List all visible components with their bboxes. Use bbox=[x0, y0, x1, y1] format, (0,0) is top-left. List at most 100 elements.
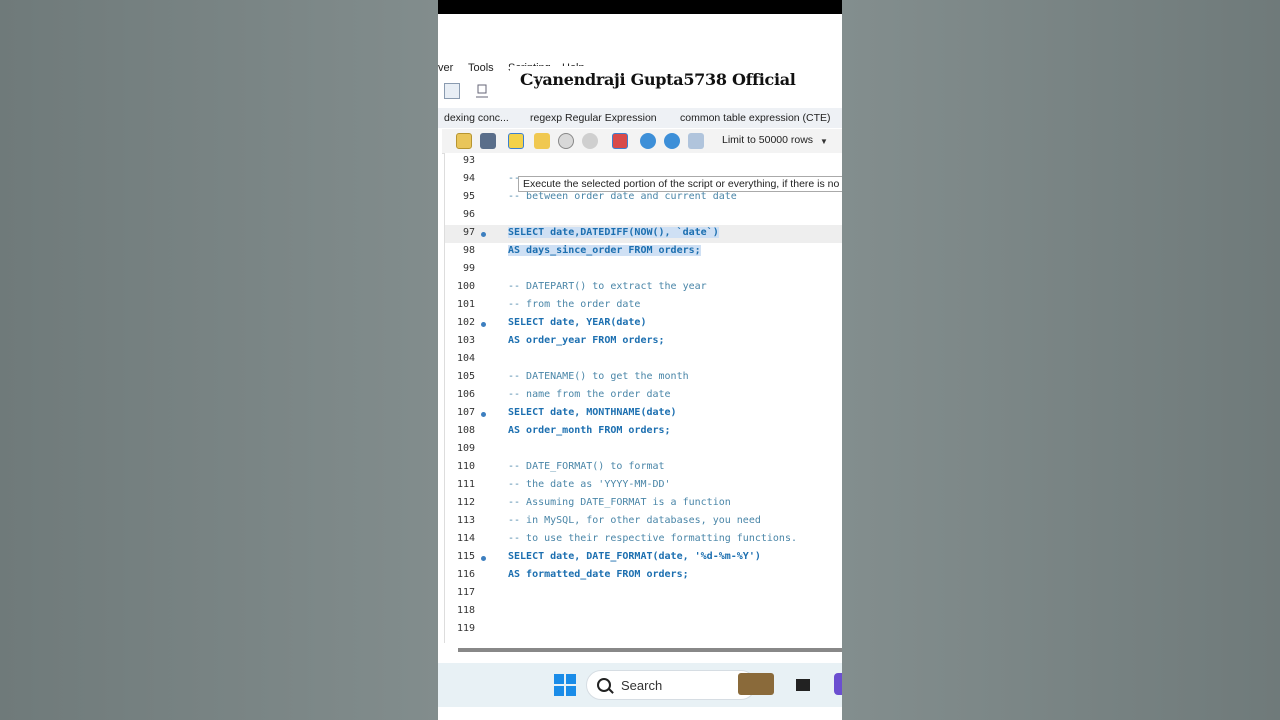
execute-lightning-icon[interactable] bbox=[508, 133, 524, 149]
code-line: 115 SELECT date, DATE_FORMAT(date, '%d-%… bbox=[445, 549, 842, 567]
code-line: 107 SELECT date, MONTHNAME(date) bbox=[445, 405, 842, 423]
explain-icon[interactable] bbox=[558, 133, 574, 149]
line-number: 103 bbox=[456, 335, 475, 346]
horizontal-scrollbar[interactable] bbox=[458, 648, 842, 652]
line-number: 104 bbox=[456, 353, 475, 364]
code-text: AS formatted_date FROM orders; bbox=[508, 569, 689, 580]
code-text: -- Assuming DATE_FORMAT is a function bbox=[508, 497, 731, 508]
windows-start-icon[interactable] bbox=[554, 674, 576, 696]
code-text: AS order_year FROM orders; bbox=[508, 335, 665, 346]
execute-tooltip: Execute the selected portion of the scri… bbox=[518, 176, 842, 192]
save-icon[interactable] bbox=[480, 133, 496, 149]
code-line: 112 -- Assuming DATE_FORMAT is a functio… bbox=[445, 495, 842, 513]
open-folder-icon[interactable] bbox=[456, 133, 472, 149]
search-icon bbox=[597, 678, 611, 692]
code-text: SELECT date, DATE_FORMAT(date, '%d-%m-%Y… bbox=[508, 551, 761, 562]
taskbar-search[interactable]: Search bbox=[586, 670, 756, 700]
code-text: SELECT date, MONTHNAME(date) bbox=[508, 407, 677, 418]
tab-indexing[interactable]: dexing conc... bbox=[444, 112, 509, 124]
code-text: AS order_month FROM orders; bbox=[508, 425, 671, 436]
code-line: 119 bbox=[445, 621, 842, 639]
code-text: -- DATE_FORMAT() to format bbox=[508, 461, 665, 472]
menu-item-tools[interactable]: Tools bbox=[468, 62, 494, 74]
tab-cte[interactable]: common table expression (CTE) bbox=[680, 112, 831, 124]
code-text: -- to use their respective formatting fu… bbox=[508, 533, 797, 544]
code-text: -- name from the order date bbox=[508, 389, 671, 400]
execute-current-icon[interactable] bbox=[534, 133, 550, 149]
line-number: 112 bbox=[456, 497, 475, 508]
line-number: 98 bbox=[462, 245, 475, 256]
code-line: 98 AS days_since_order FROM orders; bbox=[445, 243, 842, 261]
autocommit-icon[interactable] bbox=[688, 133, 704, 149]
code-text: AS days_since_order FROM orders; bbox=[508, 245, 701, 256]
windows-taskbar: Search bbox=[438, 663, 842, 707]
sql-editor[interactable]: 93 94 -- 95 -- between order date and cu… bbox=[444, 153, 842, 643]
line-number: 114 bbox=[456, 533, 475, 544]
line-number: 93 bbox=[462, 155, 475, 166]
code-text: -- from the order date bbox=[508, 299, 641, 310]
code-line: 97 SELECT date,DATEDIFF(NOW(), `date`) bbox=[445, 225, 842, 243]
code-line: 117 bbox=[445, 585, 842, 603]
blurred-background-right bbox=[842, 0, 1280, 720]
line-number: 100 bbox=[456, 281, 475, 292]
statement-marker-icon bbox=[481, 232, 486, 237]
code-line: 103 AS order_year FROM orders; bbox=[445, 333, 842, 351]
line-number: 102 bbox=[456, 317, 475, 328]
line-number: 101 bbox=[456, 299, 475, 310]
line-number: 109 bbox=[456, 443, 475, 454]
line-number: 117 bbox=[456, 587, 475, 598]
query-tabs: dexing conc... regexp Regular Expression… bbox=[438, 108, 842, 128]
search-label: Search bbox=[621, 678, 663, 693]
tab-regexp[interactable]: regexp Regular Expression bbox=[530, 112, 657, 124]
line-number: 96 bbox=[462, 209, 475, 220]
code-text: -- DATEPART() to extract the year bbox=[508, 281, 707, 292]
line-number: 118 bbox=[456, 605, 475, 616]
code-line: 93 bbox=[445, 153, 842, 171]
toggle-error-icon[interactable] bbox=[612, 133, 628, 149]
line-number: 99 bbox=[462, 263, 475, 274]
code-text: -- between order date and current date bbox=[508, 191, 737, 202]
line-number: 116 bbox=[456, 569, 475, 580]
code-line: 108 AS order_month FROM orders; bbox=[445, 423, 842, 441]
code-text: -- in MySQL, for other databases, you ne… bbox=[508, 515, 761, 526]
blurred-background-left bbox=[0, 0, 438, 720]
line-number: 119 bbox=[456, 623, 475, 634]
code-line: 96 bbox=[445, 207, 842, 225]
code-line: 104 bbox=[445, 351, 842, 369]
taskbar-app-icon[interactable] bbox=[738, 673, 774, 695]
commit-icon[interactable] bbox=[640, 133, 656, 149]
migration-icon-graphic bbox=[476, 84, 488, 98]
code-line: 106 -- name from the order date bbox=[445, 387, 842, 405]
stop-icon[interactable] bbox=[582, 133, 598, 149]
rollback-icon[interactable] bbox=[664, 133, 680, 149]
code-line: 102 SELECT date, YEAR(date) bbox=[445, 315, 842, 333]
editor-toolbar: Limit to 50000 rows ▼ bbox=[442, 129, 842, 154]
line-number: 115 bbox=[456, 551, 475, 562]
line-number: 113 bbox=[456, 515, 475, 526]
chevron-down-icon[interactable]: ▼ bbox=[820, 137, 828, 146]
code-text: -- DATENAME() to get the month bbox=[508, 371, 689, 382]
task-view-icon[interactable] bbox=[796, 679, 810, 691]
code-text: -- the date as 'YYYY-MM-DD' bbox=[508, 479, 671, 490]
line-number: 108 bbox=[456, 425, 475, 436]
code-line: 105 -- DATENAME() to get the month bbox=[445, 369, 842, 387]
code-line: 101 -- from the order date bbox=[445, 297, 842, 315]
top-black-bar bbox=[438, 0, 842, 14]
line-number: 95 bbox=[462, 191, 475, 202]
code-line: 109 bbox=[445, 441, 842, 459]
inspect-icon[interactable] bbox=[444, 83, 460, 99]
menu-item-server[interactable]: ver bbox=[438, 62, 453, 74]
line-number: 110 bbox=[456, 461, 475, 472]
line-number: 111 bbox=[456, 479, 475, 490]
limit-rows-select[interactable]: Limit to 50000 rows bbox=[722, 134, 813, 146]
taskbar-app-icon[interactable] bbox=[834, 673, 842, 695]
line-number: 106 bbox=[456, 389, 475, 400]
line-number: 107 bbox=[456, 407, 475, 418]
line-number: 105 bbox=[456, 371, 475, 382]
code-text: SELECT date,DATEDIFF(NOW(), `date`) bbox=[508, 227, 719, 238]
migration-icon[interactable] bbox=[474, 83, 490, 99]
video-frame: ver Tools Scripting Help Gyanendraji Gup… bbox=[438, 0, 842, 720]
code-line: 99 bbox=[445, 261, 842, 279]
statement-marker-icon bbox=[481, 322, 486, 327]
statement-marker-icon bbox=[481, 412, 486, 417]
